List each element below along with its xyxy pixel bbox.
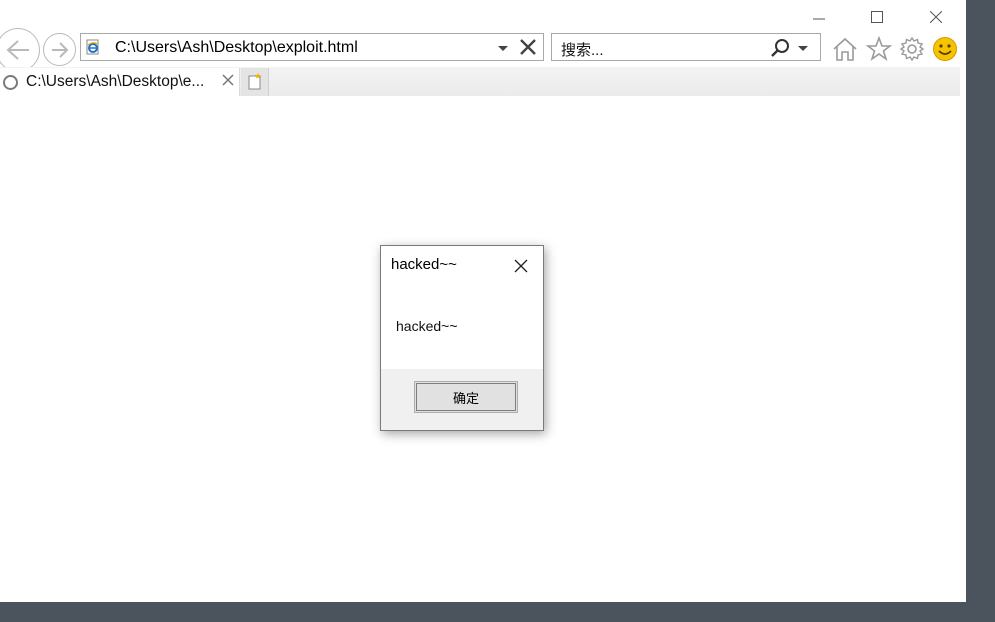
back-arrow-icon <box>6 40 29 60</box>
tab-current[interactable]: C:\Users\Ash\Desktop\e... <box>0 68 240 96</box>
ok-button[interactable]: 确定 <box>414 381 518 413</box>
search-icon[interactable] <box>770 38 790 58</box>
maximize-button[interactable] <box>860 6 894 28</box>
address-url[interactable]: C:\Users\Ash\Desktop\exploit.html <box>115 39 358 57</box>
tab-title[interactable]: C:\Users\Ash\Desktop\e... <box>26 73 204 91</box>
forward-button[interactable] <box>43 33 76 66</box>
dialog-title: hacked~~ <box>391 256 457 273</box>
tab-strip: C:\Users\Ash\Desktop\e... <box>0 67 960 96</box>
dialog-message: hacked~~ <box>396 318 458 334</box>
back-button[interactable] <box>0 28 40 72</box>
chevron-down-icon[interactable] <box>797 40 809 54</box>
star-icon[interactable] <box>866 36 892 62</box>
search-input[interactable]: 搜索... <box>561 39 604 60</box>
search-box[interactable]: 搜索... <box>551 33 821 61</box>
loading-icon <box>3 75 18 90</box>
alert-dialog: hacked~~ hacked~~ 确定 <box>380 245 544 431</box>
close-window-button[interactable] <box>919 6 953 28</box>
gear-icon[interactable] <box>899 36 925 62</box>
minimize-icon <box>813 18 825 20</box>
close-icon <box>930 11 942 23</box>
address-bar[interactable]: C:\Users\Ash\Desktop\exploit.html <box>80 33 544 61</box>
close-tab-icon[interactable] <box>222 74 234 86</box>
dialog-footer: 确定 <box>381 369 543 430</box>
new-tab-icon <box>248 73 261 90</box>
stop-icon[interactable] <box>519 38 537 56</box>
forward-arrow-icon <box>51 41 68 58</box>
maximize-icon <box>871 11 883 23</box>
page-icon <box>86 39 99 55</box>
smiley-icon[interactable] <box>932 36 958 62</box>
close-icon[interactable] <box>513 258 529 274</box>
browser-window: C:\Users\Ash\Desktop\exploit.html 搜索... … <box>0 0 966 602</box>
minimize-button[interactable] <box>802 6 836 28</box>
home-icon[interactable] <box>832 36 858 62</box>
chevron-down-icon[interactable] <box>497 40 509 54</box>
new-tab-button[interactable] <box>241 68 269 96</box>
